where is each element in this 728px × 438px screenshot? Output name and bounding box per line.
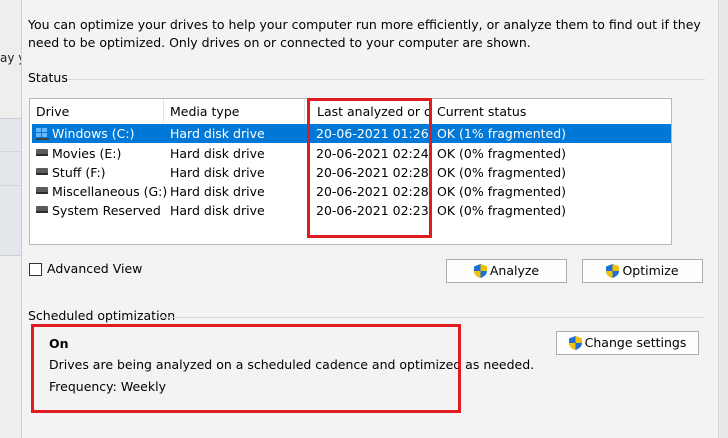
advanced-view-checkbox[interactable] xyxy=(29,263,42,276)
drive-status: OK (0% fragmented) xyxy=(437,146,567,161)
status-section-label: Status xyxy=(28,70,68,85)
drive-media-type: Hard disk drive xyxy=(170,203,265,218)
drive-name: Stuff (F:) xyxy=(52,165,106,180)
drive-media-type: Hard disk drive xyxy=(170,184,265,199)
uac-shield-icon xyxy=(473,264,487,278)
analyze-button[interactable]: Analyze xyxy=(446,259,567,283)
drive-status: OK (0% fragmented) xyxy=(437,165,567,180)
column-header-media-type[interactable]: Media type xyxy=(164,99,304,123)
windows-drive-icon xyxy=(36,128,49,140)
change-settings-button[interactable]: Change settings xyxy=(556,331,699,355)
last-analyzed-highlight xyxy=(307,98,432,238)
drive-status: OK (1% fragmented) xyxy=(437,126,567,141)
background-divider xyxy=(0,151,21,152)
drive-name: Miscellaneous (G:) xyxy=(52,184,168,199)
optimize-button[interactable]: Optimize xyxy=(582,259,703,283)
background-divider xyxy=(0,185,21,186)
hard-drive-icon xyxy=(36,168,48,175)
status-divider xyxy=(68,79,705,80)
scheduled-highlight xyxy=(31,324,461,413)
optimize-button-label: Optimize xyxy=(622,263,679,278)
hard-drive-icon xyxy=(36,187,48,194)
drive-status: OK (0% fragmented) xyxy=(437,184,567,199)
analyze-button-label: Analyze xyxy=(489,263,540,278)
drive-media-type: Hard disk drive xyxy=(170,126,265,141)
drive-name: Movies (E:) xyxy=(52,146,122,161)
column-header-drive[interactable]: Drive xyxy=(30,99,163,123)
drive-media-type: Hard disk drive xyxy=(170,165,265,180)
hard-drive-icon xyxy=(36,206,48,213)
uac-shield-icon xyxy=(568,336,582,350)
column-separator xyxy=(304,99,305,123)
hard-drive-icon xyxy=(36,149,48,156)
change-settings-button-label: Change settings xyxy=(584,335,687,350)
window-edge xyxy=(718,0,728,438)
scheduled-divider xyxy=(160,317,705,318)
background-window-selection xyxy=(0,118,21,256)
drive-name: System Reserved xyxy=(52,203,161,218)
uac-shield-icon xyxy=(606,264,620,278)
drive-media-type: Hard disk drive xyxy=(170,146,265,161)
scheduled-section-label: Scheduled optimization xyxy=(28,308,176,323)
drive-status: OK (0% fragmented) xyxy=(437,203,567,218)
advanced-view-label[interactable]: Advanced View xyxy=(47,261,142,276)
intro-text: You can optimize your drives to help you… xyxy=(28,17,701,50)
drive-name: Windows (C:) xyxy=(52,126,135,141)
column-header-current-status[interactable]: Current status xyxy=(431,99,581,123)
